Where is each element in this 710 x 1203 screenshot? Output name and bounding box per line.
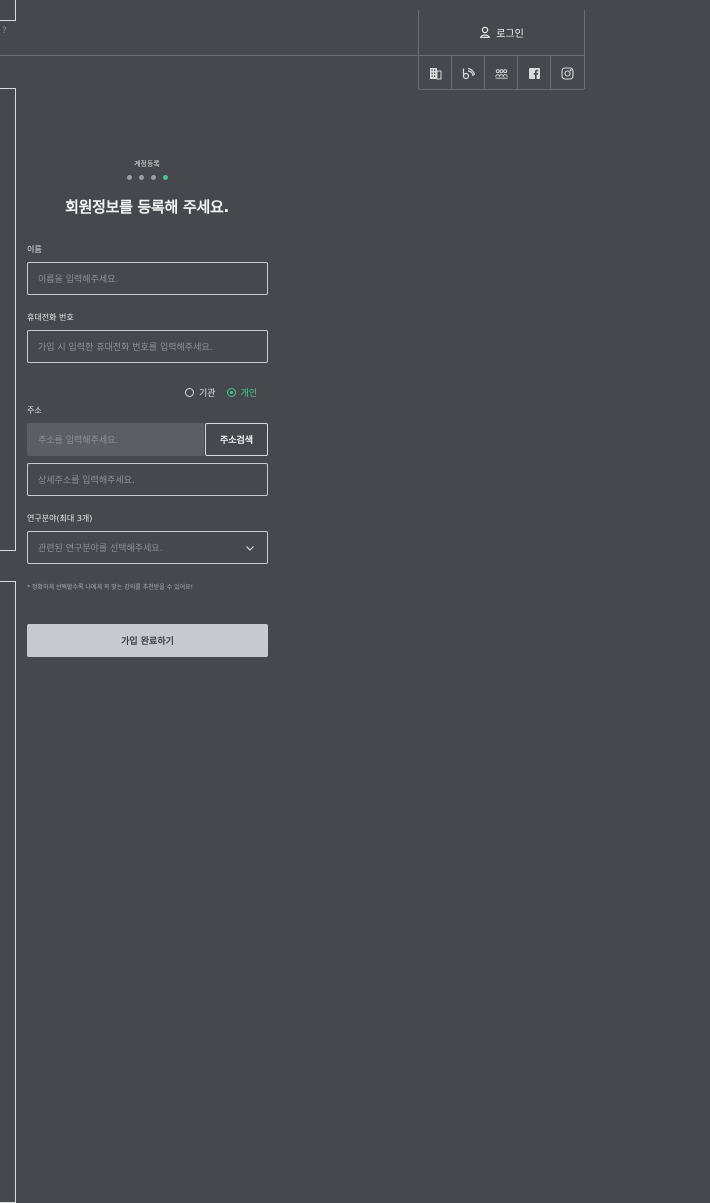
step-dot-active [162,175,168,180]
step-dot [138,175,144,180]
page-title: 회원정보를 등록해 주세요. [65,198,229,216]
left-panel-top [0,0,16,21]
left-panel-middle [0,88,16,551]
address-detail-placeholder: 상세주소를 입력해주세요. [38,476,135,486]
instagram-icon [561,66,574,80]
truncated-text: ? [2,26,7,36]
phone-input[interactable]: 가입 시 입력한 휴대전화 번호를 입력해주세요. [27,330,268,363]
radio-institution-label[interactable]: 기관 [199,386,216,399]
chevron-down-icon [246,546,254,551]
name-input[interactable]: 이름을 입력해주세요. [27,262,268,295]
recommendation-hint: * 정확하게 선택할수록 나에게 꼭 맞는 강의를 추천받을 수 있어요! [27,584,194,591]
facebook-icon [528,67,540,79]
address-detail-input[interactable]: 상세주소를 입력해주세요. [27,463,268,496]
submit-button[interactable]: 가입 완료하기 [27,624,268,657]
address-label: 주소 [27,406,42,415]
blog-link[interactable] [452,57,484,89]
facebook-link[interactable] [518,57,550,89]
step-dot [150,175,156,180]
login-label: 로그인 [496,28,524,40]
blog-icon [462,67,475,79]
left-panel-bottom [0,581,16,1203]
step-indicator [26,175,268,180]
step-dot [126,175,132,180]
radio-individual-label[interactable]: 개인 [241,386,258,399]
research-field-placeholder: 관련된 연구분야를 선택해주세요. [38,544,163,554]
header-divider [0,55,584,56]
radio-institution[interactable] [185,388,194,397]
name-label: 이름 [27,245,42,254]
phone-placeholder: 가입 시 입력한 휴대전화 번호를 입력해주세요. [38,343,213,353]
member-type-radio-group: 기관 개인 [185,386,263,399]
research-field-label: 연구분야(최대 3개) [27,514,93,523]
instagram-link[interactable] [551,57,584,89]
address-search-button[interactable]: 주소검색 [205,423,268,456]
radio-individual[interactable] [226,388,236,397]
address-placeholder: 주소를 입력해주세요. [38,436,119,446]
name-placeholder: 이름을 입력해주세요. [38,275,119,285]
header-right-border [584,10,585,89]
phone-label: 휴대전화 번호 [27,313,74,322]
building-link[interactable] [419,57,451,89]
step-label: 계정등록 [134,160,160,168]
building-icon [429,67,441,79]
address-input[interactable]: 주소를 입력해주세요. [27,423,204,456]
header-bottom-line [419,89,584,90]
user-icon [480,26,491,38]
community-icon [494,68,508,79]
research-field-select[interactable]: 관련된 연구분야를 선택해주세요. [27,531,268,564]
community-link[interactable] [485,57,517,89]
login-button[interactable]: 로그인 [419,13,584,51]
